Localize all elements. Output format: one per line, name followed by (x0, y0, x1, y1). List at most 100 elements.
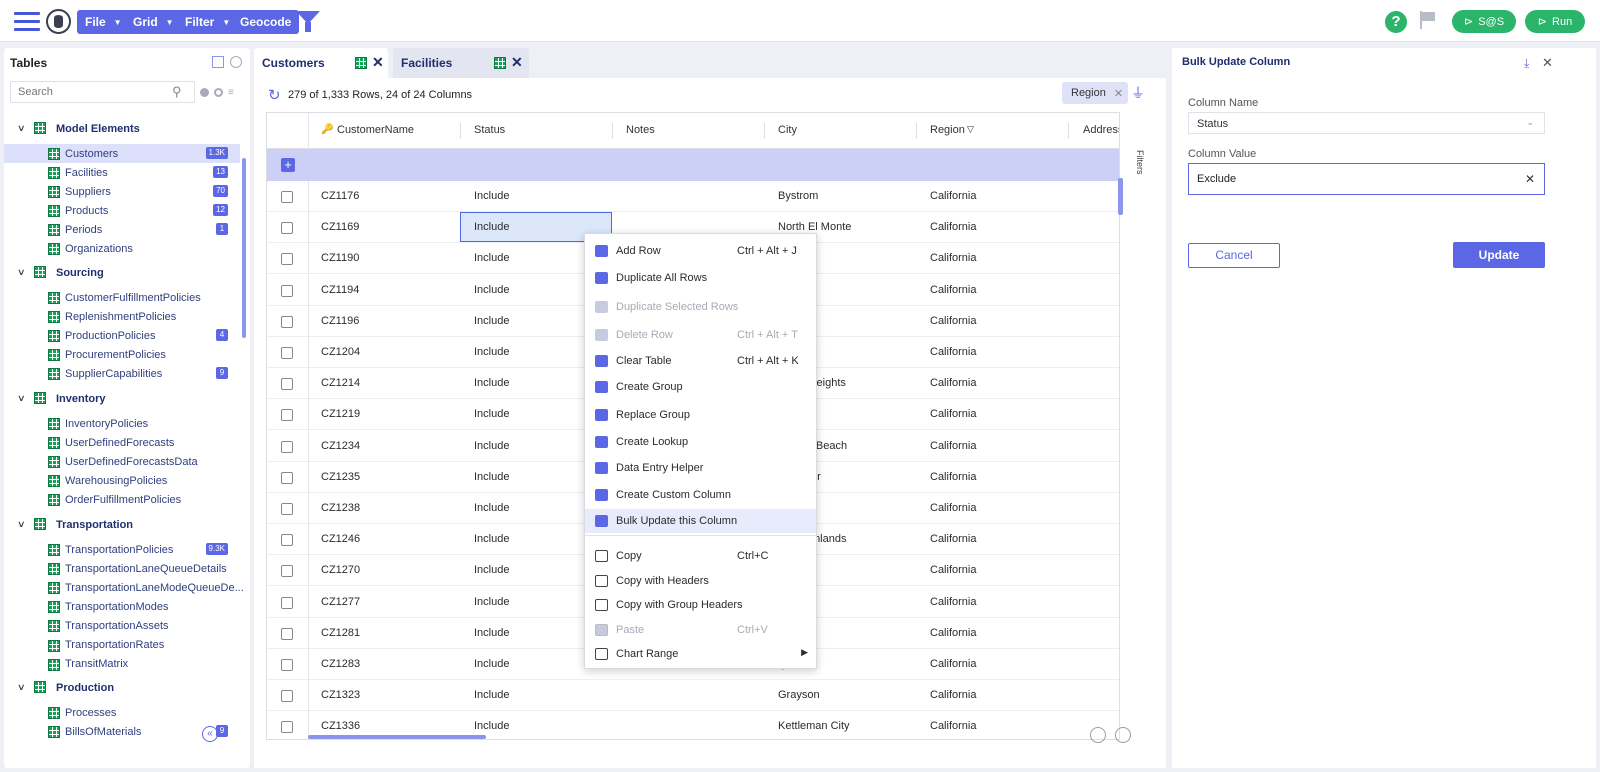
cell-status[interactable]: Include (474, 252, 509, 264)
cell-region[interactable]: California (930, 440, 976, 452)
cell-customername[interactable]: CZ1214 (321, 377, 360, 389)
download-icon[interactable]: ⤓ (1524, 56, 1529, 71)
row-checkbox[interactable] (281, 503, 293, 515)
row-checkbox[interactable] (281, 284, 293, 297)
grid-horizontal-scrollbar[interactable] (308, 735, 486, 739)
cell-status[interactable]: Include (474, 221, 509, 233)
cell-customername[interactable]: CZ1176 (321, 190, 359, 202)
row-checkbox[interactable] (281, 721, 293, 734)
cell-customername[interactable]: CZ1234 (321, 440, 360, 452)
menu-item-copy-with-group-headers[interactable]: Copy with Group Headers (585, 593, 816, 617)
tree-group[interactable]: ∨ Model Elements (4, 119, 240, 138)
chevron-down-icon[interactable]: ∨ (17, 393, 26, 404)
hamburger-menu-icon[interactable] (14, 12, 40, 32)
tree-item[interactable]: ReplenishmentPolicies (4, 307, 240, 326)
row-checkbox[interactable] (281, 347, 293, 359)
filter-menu-button[interactable]: Filter ▼ (177, 10, 239, 34)
tree-item[interactable]: TransportationLaneModeQueueDe... (4, 578, 244, 597)
geocode-button[interactable]: Geocode (232, 10, 300, 34)
row-checkbox[interactable] (281, 534, 293, 547)
cell-customername[interactable]: CZ1169 (321, 221, 359, 233)
cell-status[interactable]: Include (474, 315, 509, 327)
cell-customername[interactable]: CZ1323 (321, 689, 360, 701)
row-checkbox[interactable] (281, 222, 293, 235)
cell-customername[interactable]: CZ1190 (321, 252, 359, 264)
tree-item[interactable]: SupplierCapabilities 9 (4, 364, 240, 383)
column-name-select[interactable]: Status ⌄ (1188, 112, 1545, 134)
add-row-icon[interactable]: + (281, 158, 295, 172)
tree-group[interactable]: ∨ Transportation (4, 515, 240, 534)
info-icon[interactable] (200, 88, 209, 97)
cell-region[interactable]: California (930, 252, 976, 264)
chevron-down-icon[interactable]: ∨ (17, 519, 26, 530)
tree-item[interactable]: CustomerFulfillmentPolicies (4, 288, 240, 307)
tree-item[interactable]: TransportationModes (4, 597, 240, 616)
cell-status[interactable]: Include (474, 471, 509, 483)
row-checkbox[interactable] (281, 378, 293, 391)
cell-city[interactable]: Grayson (778, 689, 820, 701)
tree-item[interactable]: Periods 1 (4, 220, 240, 239)
tree-item[interactable]: Processes (4, 703, 240, 722)
close-tab-icon[interactable]: ✕ (372, 54, 384, 71)
menu-item-clear-table[interactable]: Clear Table Ctrl + Alt + K (585, 349, 816, 373)
cell-status[interactable]: Include (474, 408, 509, 420)
settings-icon[interactable] (214, 88, 223, 97)
tree-scrollbar[interactable] (242, 158, 246, 338)
cell-customername[interactable]: CZ1194 (321, 284, 359, 296)
tree-item[interactable]: Organizations (4, 239, 240, 258)
row-checkbox[interactable] (281, 253, 293, 266)
tab-customers[interactable]: Customers ✕ (254, 48, 388, 78)
cell-customername[interactable]: CZ1270 (321, 564, 360, 576)
column-value-input[interactable]: Exclude ✕ (1188, 163, 1545, 195)
cell-customername[interactable]: CZ1336 (321, 720, 360, 732)
row-checkbox[interactable] (281, 596, 293, 609)
tree-group[interactable]: ∨ Inventory (4, 389, 240, 408)
tree-item[interactable]: Suppliers 70 (4, 182, 240, 201)
cell-customername[interactable]: CZ1281 (321, 627, 360, 639)
sort-icon[interactable]: ≡ (228, 87, 234, 98)
tree-item[interactable]: Products 12 (4, 201, 240, 220)
cell-customername[interactable]: CZ1246 (321, 533, 360, 545)
tree-item[interactable]: InventoryPolicies (4, 414, 240, 433)
column-header-address[interactable]: Address (1083, 124, 1119, 136)
cell-region[interactable]: California (930, 471, 976, 483)
menu-item-create-group[interactable]: Create Group (585, 375, 816, 399)
close-panel-icon[interactable]: ✕ (1542, 55, 1553, 71)
cell-status[interactable]: Include (474, 564, 509, 576)
cell-status[interactable]: Include (474, 533, 509, 545)
row-checkbox[interactable] (281, 315, 293, 328)
cell-city[interactable]: Kettleman City (778, 720, 850, 732)
clear-filters-icon[interactable]: ⏚ (1131, 83, 1145, 103)
tree-item[interactable]: TransportationPolicies 9.3K (4, 540, 240, 559)
row-checkbox[interactable] (281, 471, 293, 484)
cell-region[interactable]: California (930, 502, 976, 514)
cell-region[interactable]: California (930, 658, 976, 670)
cell-status[interactable]: Include (474, 658, 509, 670)
menu-item-create-lookup[interactable]: Create Lookup (585, 430, 816, 454)
tree-group[interactable]: ∨ Sourcing (4, 263, 240, 282)
sync-icon[interactable] (1090, 727, 1106, 743)
update-button[interactable]: Update (1453, 242, 1545, 268)
cell-customername[interactable]: CZ1219 (321, 408, 360, 420)
cell-status[interactable]: Include (474, 440, 509, 452)
close-tab-icon[interactable]: ✕ (511, 54, 523, 71)
row-checkbox[interactable] (281, 565, 293, 578)
cell-status[interactable]: Include (474, 596, 509, 608)
refresh-icon[interactable]: ↻ (268, 86, 281, 104)
tree-item[interactable]: TransportationRates (4, 636, 240, 655)
cell-region[interactable]: California (930, 627, 976, 639)
tree-item[interactable]: Customers 1.3K (4, 144, 240, 163)
cell-region[interactable]: California (930, 315, 976, 327)
menu-item-copy-with-headers[interactable]: Copy with Headers (585, 569, 816, 593)
tree-item[interactable]: TransportationLaneQueueDetails (4, 559, 240, 578)
menu-item-delete-row[interactable]: Delete Row Ctrl + Alt + T (585, 323, 816, 347)
cell-city[interactable]: North El Monte (778, 221, 851, 233)
chevron-down-icon[interactable]: ∨ (17, 123, 26, 134)
tree-item[interactable]: OrderFulfillmentPolicies (4, 490, 240, 509)
table-row[interactable]: CZ1323 Include Grayson California (267, 680, 1119, 712)
run-button[interactable]: ⊳ Run (1525, 10, 1585, 33)
cell-customername[interactable]: CZ1277 (321, 596, 360, 608)
database-icon[interactable] (46, 9, 71, 34)
tree-item[interactable]: Facilities 13 (4, 163, 240, 182)
chevron-down-icon[interactable]: ∨ (17, 682, 26, 693)
